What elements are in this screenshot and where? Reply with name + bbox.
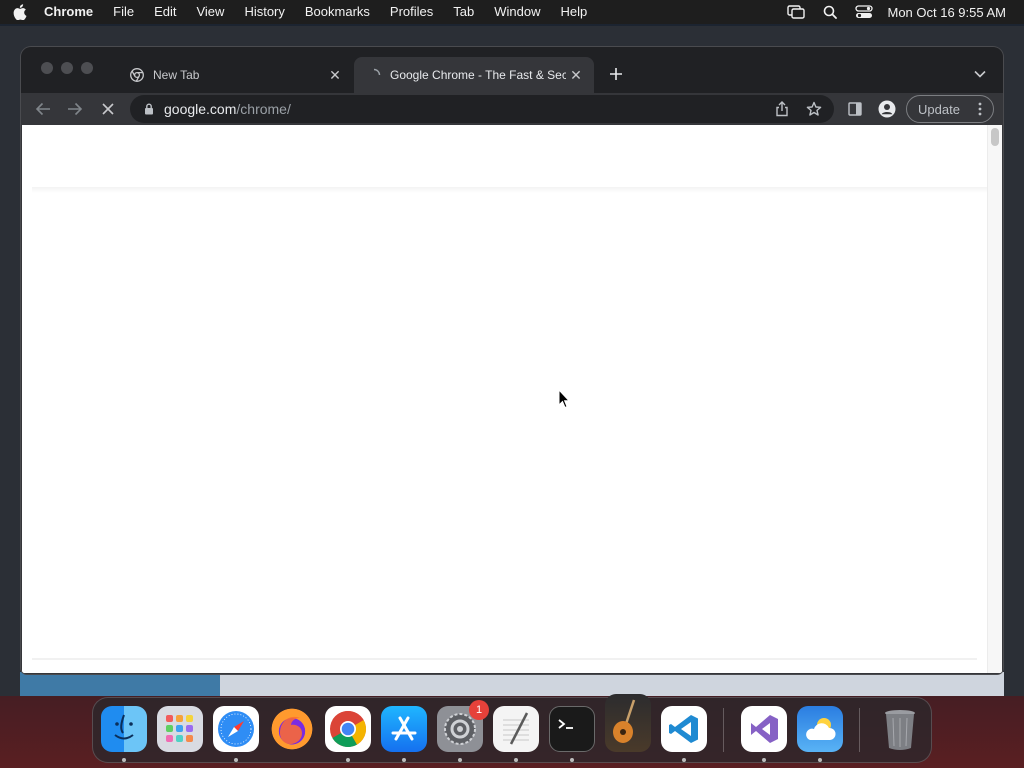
menu-file[interactable]: File	[103, 0, 144, 24]
textedit-icon[interactable]	[493, 706, 539, 752]
notification-badge: 1	[469, 700, 489, 720]
menu-clock[interactable]: Mon Oct 16 9:55 AM	[881, 5, 1024, 20]
weather-icon[interactable]	[797, 706, 843, 752]
app-store-icon[interactable]	[381, 706, 427, 752]
back-arrow-icon[interactable]	[31, 97, 55, 121]
url-domain: google.com	[164, 101, 237, 117]
stop-loading-x-icon[interactable]	[96, 97, 120, 121]
menu-tab[interactable]: Tab	[443, 0, 484, 24]
spotlight-search-icon[interactable]	[813, 5, 847, 19]
tab-google-chrome[interactable]: Google Chrome - The Fast & Secure Web Br…	[354, 57, 594, 93]
more-menu-icon[interactable]	[975, 101, 985, 117]
chrome-icon	[129, 67, 145, 83]
tab-strip: New Tab ✕ Google Chrome - The Fast & Sec…	[21, 47, 1003, 93]
profile-avatar-icon[interactable]	[876, 98, 898, 120]
dock: 1	[92, 694, 932, 763]
scrollbar-thumb[interactable]	[991, 128, 999, 146]
page-bottom-divider	[32, 658, 977, 660]
safari-icon[interactable]	[213, 706, 259, 752]
running-indicator	[818, 758, 822, 762]
browser-toolbar: google.com/chrome/ Update	[21, 93, 1003, 125]
menu-app-name[interactable]: Chrome	[40, 0, 103, 24]
tab-title: New Tab	[153, 68, 200, 82]
update-button[interactable]: Update	[906, 95, 994, 123]
running-indicator	[570, 758, 574, 762]
menu-help[interactable]: Help	[551, 0, 598, 24]
page-header-divider	[32, 187, 987, 193]
running-indicator	[346, 758, 350, 762]
update-label: Update	[918, 101, 960, 117]
share-icon[interactable]	[772, 99, 792, 119]
running-indicator	[458, 758, 462, 762]
tab-title: Google Chrome - The Fast & Secure Web Br…	[390, 68, 566, 82]
forward-arrow-icon[interactable]	[63, 97, 87, 121]
vscode-icon[interactable]	[661, 706, 707, 752]
terminal-icon[interactable]	[549, 706, 595, 752]
running-indicator	[762, 758, 766, 762]
running-indicator	[682, 758, 686, 762]
background-window-edge	[20, 672, 1004, 696]
chrome-icon[interactable]	[325, 706, 371, 752]
menu-bar: Chrome File Edit View History Bookmarks …	[0, 0, 1024, 24]
address-url: google.com/chrome/	[164, 101, 291, 117]
side-panel-icon[interactable]	[844, 98, 866, 120]
running-indicator	[514, 758, 518, 762]
tab-new-tab[interactable]: New Tab ✕	[117, 57, 353, 93]
finder-icon[interactable]	[101, 706, 147, 752]
bookmark-star-icon[interactable]	[804, 99, 824, 119]
guitar-icon[interactable]	[605, 694, 651, 752]
running-indicator	[402, 758, 406, 762]
menu-profiles[interactable]: Profiles	[380, 0, 443, 24]
url-path: /chrome/	[236, 101, 291, 117]
running-indicator	[122, 758, 126, 762]
menu-edit[interactable]: Edit	[144, 0, 186, 24]
firefox-icon[interactable]	[269, 706, 315, 752]
apple-icon[interactable]	[0, 4, 40, 20]
menu-view[interactable]: View	[186, 0, 234, 24]
menu-bookmarks[interactable]: Bookmarks	[295, 0, 380, 24]
new-tab-button[interactable]	[605, 63, 627, 85]
page-scrollbar[interactable]	[987, 125, 1002, 673]
page-content[interactable]	[22, 125, 1002, 673]
close-tab-icon[interactable]: ✕	[325, 65, 345, 85]
menu-window[interactable]: Window	[484, 0, 550, 24]
window-controls	[41, 62, 93, 74]
trash-icon[interactable]	[877, 706, 923, 752]
minimize-window-button[interactable]	[61, 62, 73, 74]
running-indicator	[234, 758, 238, 762]
tab-search-chevron-icon[interactable]	[969, 63, 991, 85]
chrome-window: New Tab ✕ Google Chrome - The Fast & Sec…	[21, 47, 1003, 674]
lock-icon[interactable]	[142, 103, 156, 115]
dock-separator	[723, 708, 724, 752]
menu-history[interactable]: History	[234, 0, 294, 24]
loading-spinner-icon	[366, 67, 382, 83]
close-window-button[interactable]	[41, 62, 53, 74]
dock-separator	[859, 708, 860, 752]
launchpad-icon[interactable]	[157, 706, 203, 752]
screen-mirroring-icon[interactable]	[779, 5, 813, 19]
address-bar[interactable]: google.com/chrome/	[130, 95, 834, 123]
background-window-accent	[20, 672, 220, 696]
zoom-window-button[interactable]	[81, 62, 93, 74]
mouse-pointer-icon	[558, 389, 570, 409]
control-center-icon[interactable]	[847, 5, 881, 19]
visual-studio-icon[interactable]	[741, 706, 787, 752]
close-tab-icon[interactable]: ✕	[566, 65, 586, 85]
settings-gear-icon[interactable]: 1	[437, 700, 489, 752]
